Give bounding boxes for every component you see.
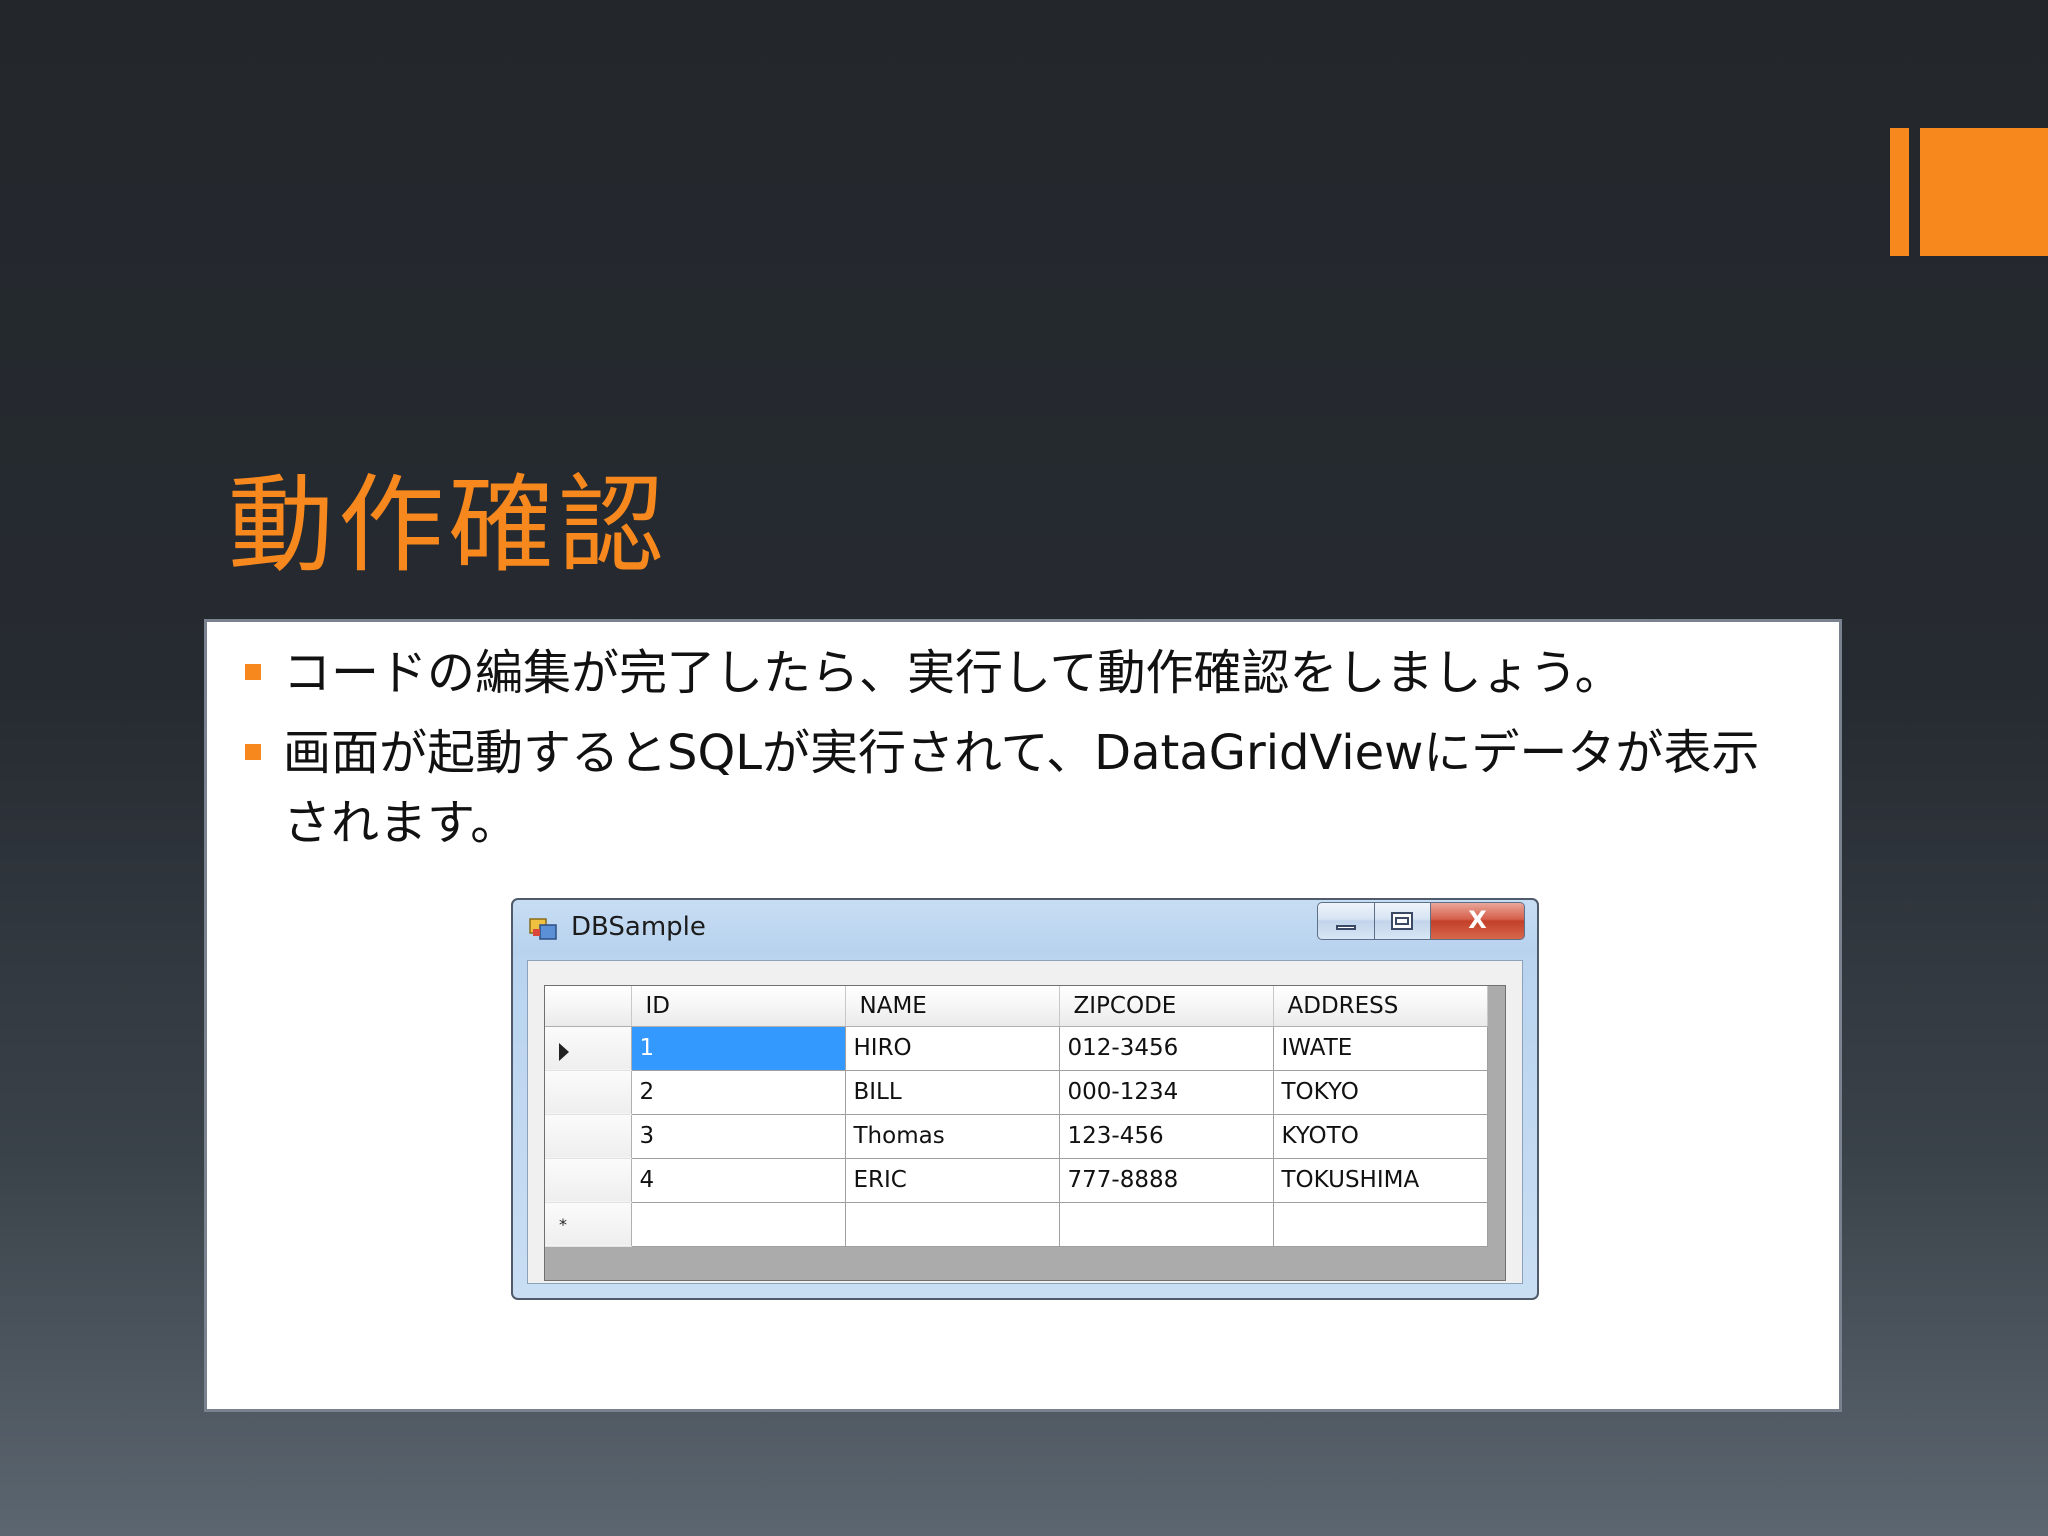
content-box: コードの編集が完了したら、実行して動作確認をしましょう。 画面が起動するとSQL… <box>204 619 1842 1412</box>
grid-cell[interactable]: TOKUSHIMA <box>1273 1158 1488 1203</box>
window-client-area: ID NAME ZIPCODE ADDRESS 1 HIRO 012-3456 <box>527 960 1523 1284</box>
bullet-list: コードの編集が完了したら、実行して動作確認をしましょう。 画面が起動するとSQL… <box>237 638 1797 868</box>
bullet-text: 画面が起動するとSQLが実行されて、DataGridViewにデータが表示されま… <box>283 725 1760 851</box>
new-row: * <box>545 1202 1488 1247</box>
grid-cell[interactable]: IWATE <box>1273 1026 1488 1071</box>
slide-title: 動作確認 <box>228 464 668 587</box>
window-controls: X <box>1317 902 1525 940</box>
datagridview[interactable]: ID NAME ZIPCODE ADDRESS 1 HIRO 012-3456 <box>544 985 1506 1281</box>
header-row: ID NAME ZIPCODE ADDRESS <box>545 986 1488 1027</box>
column-header-zipcode[interactable]: ZIPCODE <box>1059 986 1274 1027</box>
close-button[interactable]: X <box>1431 902 1525 940</box>
new-row-star-icon: * <box>559 1214 567 1234</box>
grid-cell[interactable] <box>1273 1202 1488 1247</box>
table-row: 2 BILL 000-1234 TOKYO <box>545 1070 1488 1115</box>
bullet-text: コードの編集が完了したら、実行して動作確認をしましょう。 <box>283 645 1623 701</box>
minimize-icon <box>1336 925 1356 930</box>
current-row-arrow-icon <box>559 1042 569 1061</box>
grid-cell[interactable]: 3 <box>631 1114 846 1159</box>
grid-cell[interactable]: HIRO <box>845 1026 1060 1071</box>
grid-cell[interactable] <box>631 1202 846 1247</box>
grid-cell[interactable]: 1 <box>631 1026 846 1071</box>
bullet-item: 画面が起動するとSQLが実行されて、DataGridViewにデータが表示されま… <box>237 718 1797 858</box>
app-form-icon <box>529 918 557 940</box>
grid-cell[interactable]: 4 <box>631 1158 846 1203</box>
table-row: 1 HIRO 012-3456 IWATE <box>545 1026 1488 1071</box>
decorative-accent-block <box>1920 128 2048 256</box>
grid-cell[interactable]: TOKYO <box>1273 1070 1488 1115</box>
grid-cell[interactable]: BILL <box>845 1070 1060 1115</box>
row-header[interactable] <box>545 1114 632 1159</box>
column-header-id[interactable]: ID <box>631 986 846 1027</box>
bullet-square-icon <box>245 744 261 760</box>
row-header[interactable] <box>545 1158 632 1203</box>
grid-cell[interactable]: KYOTO <box>1273 1114 1488 1159</box>
grid-cell[interactable]: 777-8888 <box>1059 1158 1274 1203</box>
bullet-square-icon <box>245 664 261 680</box>
grid-corner-header[interactable] <box>545 986 632 1027</box>
grid-cell[interactable] <box>1059 1202 1274 1247</box>
row-header[interactable] <box>545 1026 632 1071</box>
grid-cell[interactable]: 2 <box>631 1070 846 1115</box>
column-header-address[interactable]: ADDRESS <box>1273 986 1488 1027</box>
decorative-accent-bar <box>1890 128 1909 256</box>
table-row: 4 ERIC 777-8888 TOKUSHIMA <box>545 1158 1488 1203</box>
row-header[interactable] <box>545 1070 632 1115</box>
maximize-button[interactable] <box>1375 902 1431 940</box>
grid-cell[interactable] <box>845 1202 1060 1247</box>
grid-cell[interactable]: 123-456 <box>1059 1114 1274 1159</box>
grid-cell[interactable]: 012-3456 <box>1059 1026 1274 1071</box>
grid-cell[interactable]: ERIC <box>845 1158 1060 1203</box>
grid-cell[interactable]: Thomas <box>845 1114 1060 1159</box>
window-title: DBSample <box>571 912 706 942</box>
window-titlebar[interactable]: DBSample X <box>513 900 1537 956</box>
dbsample-window: DBSample X ID NAME ZIPCODE ADDRESS 1 HIR… <box>511 898 1539 1300</box>
restore-icon <box>1391 912 1413 930</box>
grid-cell[interactable]: 000-1234 <box>1059 1070 1274 1115</box>
column-header-name[interactable]: NAME <box>845 986 1060 1027</box>
data-grid-table: ID NAME ZIPCODE ADDRESS 1 HIRO 012-3456 <box>545 986 1488 1247</box>
bullet-item: コードの編集が完了したら、実行して動作確認をしましょう。 <box>237 638 1797 708</box>
minimize-button[interactable] <box>1317 902 1375 940</box>
table-row: 3 Thomas 123-456 KYOTO <box>545 1114 1488 1159</box>
row-header[interactable]: * <box>545 1202 632 1247</box>
